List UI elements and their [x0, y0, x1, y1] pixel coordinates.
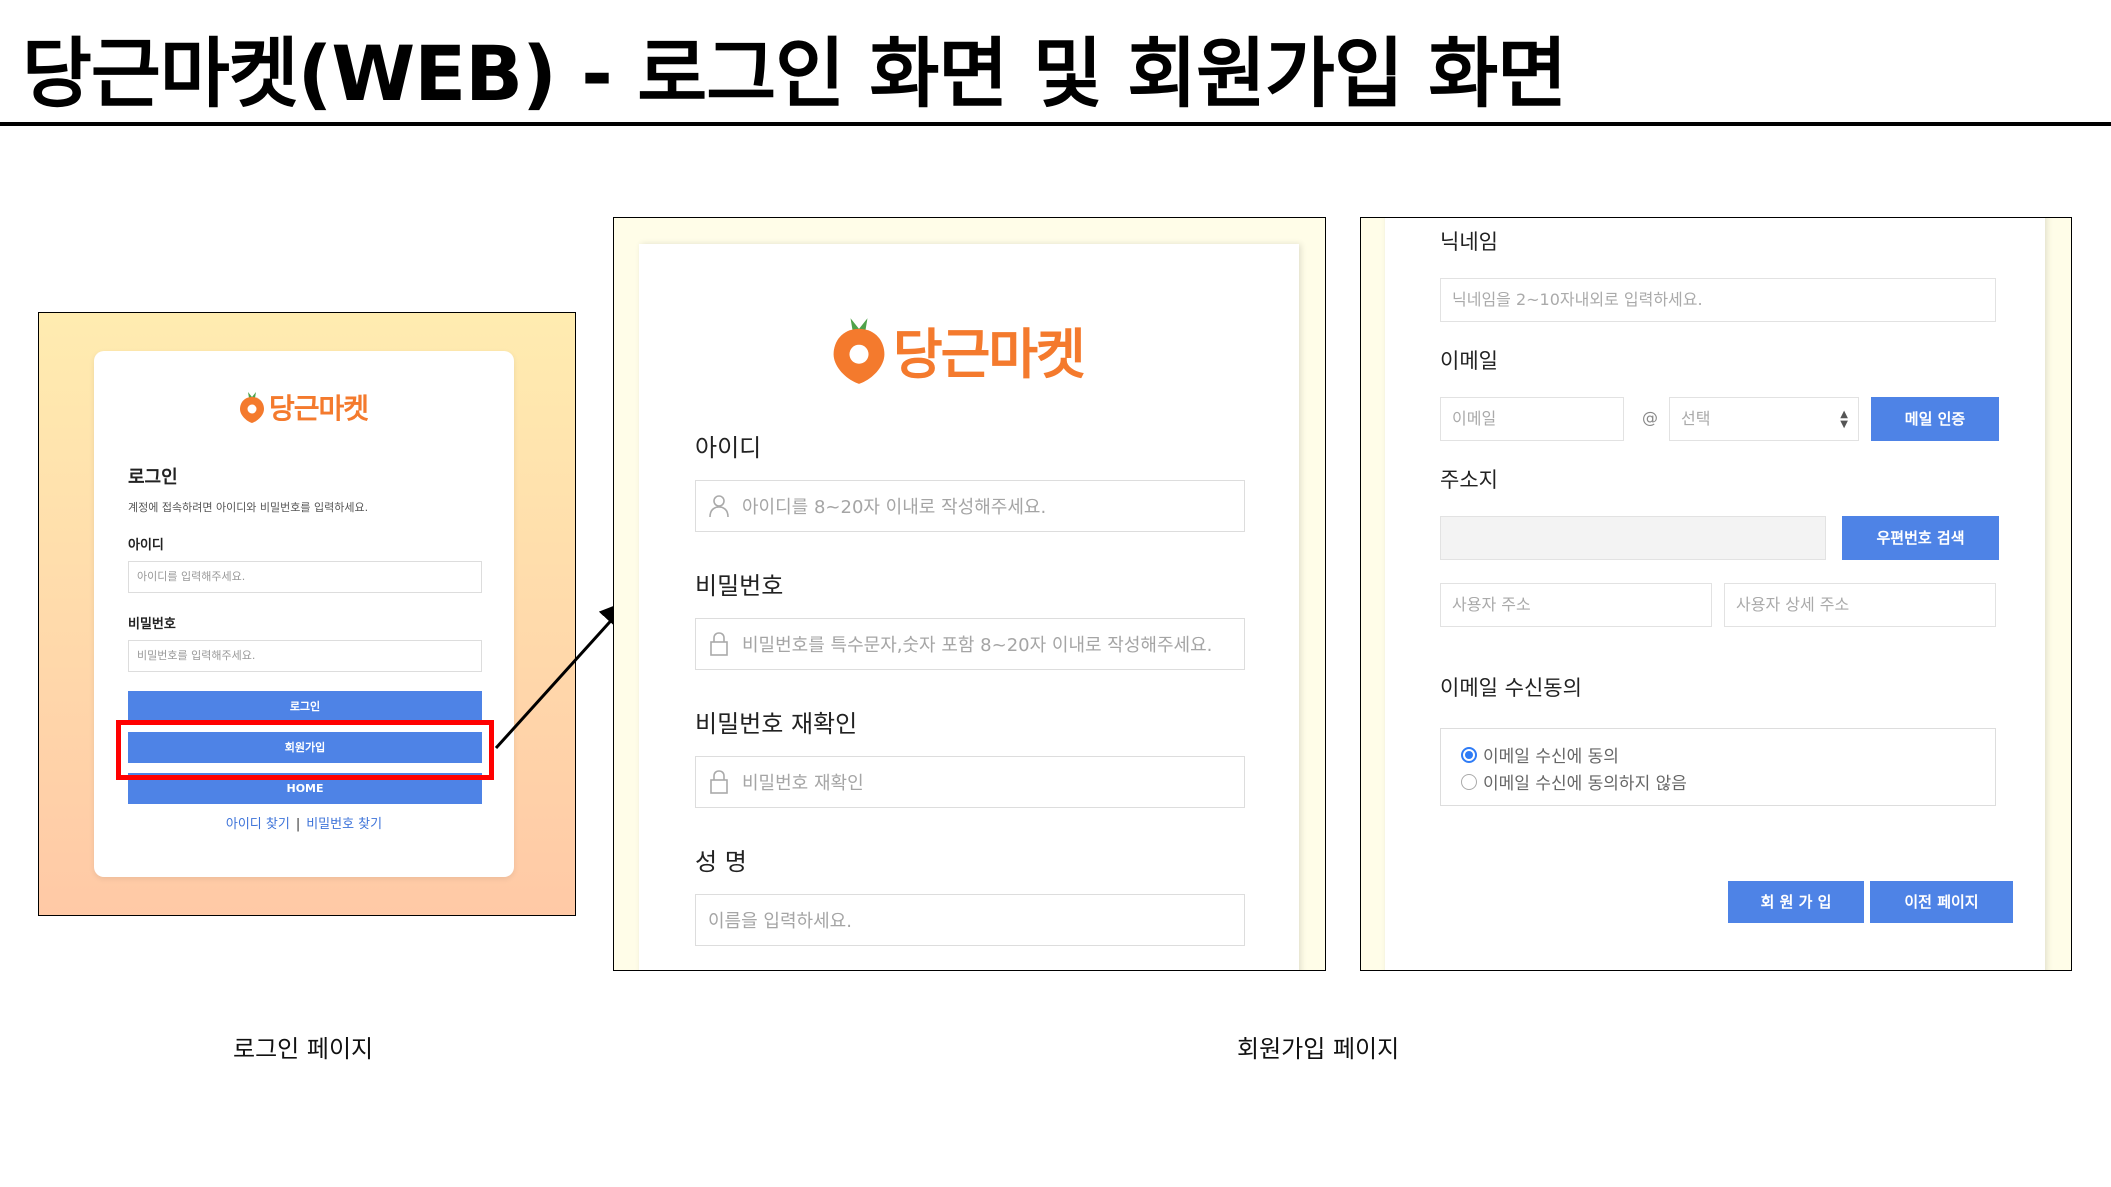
- previous-page-button[interactable]: 이전 페이지: [1870, 881, 2013, 923]
- password-confirm-label: 비밀번호 재확인: [695, 710, 858, 738]
- consent-agree-option[interactable]: 이메일 수신에 동의: [1461, 742, 1619, 767]
- email-input[interactable]: 이메일: [1440, 397, 1624, 441]
- password-input[interactable]: 비밀번호를 입력해주세요.: [128, 640, 482, 672]
- find-password-link[interactable]: 비밀번호 찾기: [306, 817, 382, 832]
- consent-disagree-label: 이메일 수신에 동의하지 않음: [1483, 774, 1687, 794]
- title-underline: [0, 122, 2111, 126]
- id-placeholder: 아이디를 8~20자 이내로 작성해주세요.: [742, 497, 1047, 518]
- signup-page-screenshot-2: 닉네임 닉네임을 2~10자내외로 입력하세요. 이메일 이메일 @ 선택 ▲ ▼…: [1360, 217, 2072, 971]
- consent-disagree-option[interactable]: 이메일 수신에 동의하지 않음: [1461, 769, 1687, 794]
- radio-unchecked-icon[interactable]: [1461, 773, 1477, 790]
- nickname-input[interactable]: 닉네임을 2~10자내외로 입력하세요.: [1440, 278, 1996, 322]
- password-confirm-input[interactable]: 비밀번호 재확인: [695, 756, 1245, 808]
- email-consent-label: 이메일 수신동의: [1440, 676, 1582, 700]
- brand-name: 당근마켓: [269, 392, 369, 425]
- email-domain-select[interactable]: 선택 ▲ ▼: [1669, 397, 1859, 441]
- lock-icon: [710, 770, 728, 794]
- email-consent-group: 이메일 수신에 동의 이메일 수신에 동의하지 않음: [1440, 728, 1996, 806]
- id-label: 아이디: [128, 538, 164, 553]
- zipcode-search-button[interactable]: 우편번호 검색: [1842, 516, 1999, 560]
- password-placeholder: 비밀번호를 특수문자,숫자 포함 8~20자 이내로 작성해주세요.: [742, 635, 1213, 656]
- login-description: 계정에 접속하려면 아이디와 비밀번호를 입력하세요.: [128, 501, 369, 514]
- radio-checked-icon[interactable]: [1461, 746, 1477, 763]
- email-label: 이메일: [1440, 349, 1498, 373]
- address-detail-input[interactable]: 사용자 상세 주소: [1724, 583, 1996, 627]
- login-heading: 로그인: [128, 467, 178, 488]
- signup-highlight-box: [116, 720, 494, 780]
- signup-card: 닉네임 닉네임을 2~10자내외로 입력하세요. 이메일 이메일 @ 선택 ▲ ▼…: [1385, 218, 2045, 970]
- lock-icon: [710, 632, 728, 656]
- id-input[interactable]: 아이디를 8~20자 이내로 작성해주세요.: [695, 480, 1245, 532]
- carrot-icon: [240, 392, 264, 423]
- find-links: 아이디 찾기 | 비밀번호 찾기: [94, 813, 514, 832]
- name-label: 성 명: [695, 848, 747, 876]
- select-arrows-icon: ▲ ▼: [1840, 409, 1848, 430]
- submit-signup-button[interactable]: 회 원 가 입: [1728, 881, 1864, 923]
- login-card: 당근마켓 로그인 계정에 접속하려면 아이디와 비밀번호를 입력하세요. 아이디…: [94, 351, 514, 877]
- name-placeholder: 이름을 입력하세요.: [708, 911, 852, 932]
- id-label: 아이디: [695, 434, 762, 462]
- slide-title: 당근마켓(WEB) - 로그인 화면 및 회원가입 화면: [22, 29, 1567, 118]
- signup-caption: 회원가입 페이지: [1237, 1035, 1400, 1063]
- signup-page-screenshot-1: 당근마켓 아이디 아이디를 8~20자 이내로 작성해주세요. 비밀번호 비밀번…: [613, 217, 1326, 971]
- brand-name: 당근마켓: [893, 323, 1086, 386]
- zipcode-input[interactable]: [1440, 516, 1826, 560]
- name-input[interactable]: 이름을 입력하세요.: [695, 894, 1245, 946]
- at-sign: @: [1642, 408, 1658, 427]
- id-input[interactable]: 아이디를 입력해주세요.: [128, 561, 482, 593]
- login-caption: 로그인 페이지: [233, 1035, 374, 1063]
- password-label: 비밀번호: [695, 572, 784, 600]
- password-input[interactable]: 비밀번호를 특수문자,숫자 포함 8~20자 이내로 작성해주세요.: [695, 618, 1245, 670]
- user-icon: [709, 495, 729, 518]
- logo: 당근마켓: [831, 310, 1086, 389]
- login-page-screenshot: 당근마켓 로그인 계정에 접속하려면 아이디와 비밀번호를 입력하세요. 아이디…: [38, 312, 576, 916]
- address-label: 주소지: [1440, 468, 1498, 492]
- password-label: 비밀번호: [128, 617, 176, 632]
- signup-card: 당근마켓 아이디 아이디를 8~20자 이내로 작성해주세요. 비밀번호 비밀번…: [639, 244, 1299, 970]
- link-separator: |: [295, 817, 301, 832]
- carrot-icon: [833, 317, 885, 384]
- consent-agree-label: 이메일 수신에 동의: [1483, 747, 1619, 767]
- address-input[interactable]: 사용자 주소: [1440, 583, 1712, 627]
- nickname-label: 닉네임: [1440, 230, 1498, 254]
- password-confirm-placeholder: 비밀번호 재확인: [742, 773, 864, 794]
- logo: 당근마켓: [239, 387, 369, 427]
- login-button[interactable]: 로그인: [128, 691, 482, 722]
- email-domain-value: 선택: [1681, 409, 1711, 428]
- find-id-link[interactable]: 아이디 찾기: [226, 817, 290, 832]
- email-verify-button[interactable]: 메일 인증: [1871, 397, 1999, 441]
